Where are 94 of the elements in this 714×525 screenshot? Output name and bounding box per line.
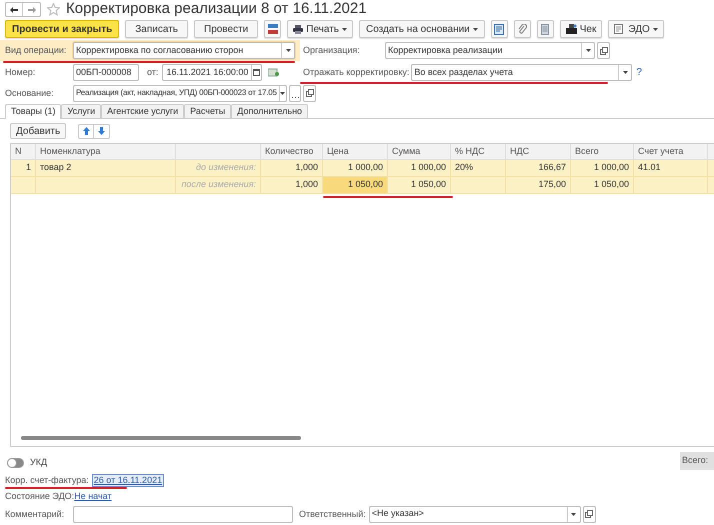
open-button[interactable] xyxy=(597,42,610,59)
tab[interactable]: Услуги xyxy=(61,104,102,118)
arrow-left-icon xyxy=(10,6,18,12)
list-icon xyxy=(541,24,550,34)
open-icon xyxy=(306,89,314,97)
caret-icon xyxy=(280,92,286,94)
table-cell[interactable]: 20% xyxy=(451,160,506,176)
field-label: от: xyxy=(147,67,158,78)
input-field[interactable]: Реализация (акт, накладная, УПД) 00БП-000023 от 17.05 xyxy=(73,84,287,102)
document-status-icon[interactable] xyxy=(268,68,280,77)
column-header: Количество xyxy=(265,144,314,158)
toolbar-icon-button[interactable] xyxy=(490,20,508,38)
open-button[interactable] xyxy=(303,84,316,102)
field-label: Комментарий: xyxy=(5,508,66,520)
menu-button[interactable]: Создать на основании xyxy=(359,20,485,38)
input-field[interactable]: 00БП-000008 xyxy=(73,64,139,81)
tab[interactable]: Агентские услуги xyxy=(101,104,184,118)
field-label: Корр. счет-фактура: xyxy=(5,474,89,486)
column-header: Всего xyxy=(575,144,599,158)
arrow-up-icon xyxy=(82,127,90,135)
envelope-icon xyxy=(614,24,626,34)
open-icon xyxy=(585,510,594,518)
table-cell[interactable]: 1 050,00 xyxy=(323,177,388,193)
input-field[interactable] xyxy=(73,506,293,522)
field-label: Номер: xyxy=(5,67,36,78)
input-field[interactable]: <Не указан> xyxy=(368,506,581,522)
dropdown-button[interactable] xyxy=(278,86,286,100)
field-label: Отражать корректировку: xyxy=(303,67,410,78)
register-icon xyxy=(566,24,577,34)
caret-icon xyxy=(286,49,290,52)
toolbar-icon-button[interactable] xyxy=(536,20,554,38)
caret-icon xyxy=(472,28,478,30)
table-cell[interactable]: 1 050,00 xyxy=(571,177,634,193)
caret-icon xyxy=(571,512,576,516)
table-cell[interactable]: 1,000 xyxy=(261,160,323,176)
receipt-button[interactable]: Чек xyxy=(560,20,602,38)
dropdown-button[interactable] xyxy=(581,43,594,58)
field-label: Организация: xyxy=(303,45,361,56)
input-field[interactable]: Во всех разделах учета xyxy=(411,64,632,81)
tab[interactable]: Дополнительно xyxy=(231,104,308,118)
window-title: Корректировка реализации 8 от 16.11.2021 xyxy=(66,0,367,20)
add-button[interactable]: Добавить xyxy=(10,123,66,139)
table-cell[interactable]: 1 000,00 xyxy=(388,160,451,176)
column-header: Счет учета xyxy=(638,144,684,158)
column-header: Номенклатура xyxy=(40,144,100,158)
field-label: Состояние ЭДО: xyxy=(5,491,74,502)
toolbar-button[interactable]: Провести xyxy=(194,20,258,38)
caret-icon xyxy=(586,49,590,52)
column-header: Сумма xyxy=(392,144,420,158)
table-cell[interactable]: 1 000,00 xyxy=(323,160,388,176)
post-and-close-button[interactable]: Провести и закрыть xyxy=(5,20,120,38)
column-header: % НДС xyxy=(455,144,485,158)
toolbar-icon-button[interactable] xyxy=(514,20,531,38)
input-field[interactable]: Корректировка по согласованию сторон xyxy=(73,42,295,59)
invoice-link[interactable]: 26 от 16.11.2021 xyxy=(92,474,164,486)
table-cell[interactable]: 1 000,00 xyxy=(571,160,634,176)
column-header: НДС xyxy=(510,144,530,158)
help-icon[interactable]: ? xyxy=(636,65,642,80)
printer-icon xyxy=(293,24,304,34)
column-header: Цена xyxy=(327,144,349,158)
tab[interactable]: Расчеты xyxy=(184,104,232,118)
caret-icon xyxy=(652,28,658,30)
caret-icon xyxy=(342,28,348,30)
edo-button[interactable]: ЭДО xyxy=(608,20,664,38)
field-label: Ответственный: xyxy=(299,508,366,520)
document-icon xyxy=(494,24,504,34)
scrollbar[interactable] xyxy=(21,436,301,440)
table-cell[interactable]: 175,00 xyxy=(506,177,571,193)
open-button[interactable] xyxy=(582,506,596,522)
ledger-icon xyxy=(268,24,278,34)
edo-status-link[interactable]: Не начат xyxy=(74,491,112,502)
print-button[interactable]: Печать xyxy=(287,20,354,38)
dropdown-button[interactable] xyxy=(281,43,294,58)
input-field[interactable]: Корректировка реализации xyxy=(385,42,595,59)
toolbar-button[interactable]: Записать xyxy=(125,20,188,38)
toolbar-icon-button[interactable] xyxy=(264,20,282,38)
field-label: Основание: xyxy=(5,88,55,98)
open-icon xyxy=(600,46,608,54)
star-icon[interactable] xyxy=(47,3,60,16)
ukd-toggle[interactable] xyxy=(7,458,24,468)
arrow-down-icon xyxy=(98,127,106,135)
tab[interactable]: Товары (1) xyxy=(5,104,62,119)
field-label: Вид операции: xyxy=(5,45,68,56)
table-cell[interactable]: 41.01 xyxy=(634,160,708,176)
total-panel: Всего: xyxy=(680,452,714,470)
ukd-label: УКД xyxy=(30,456,48,469)
paperclip-icon xyxy=(518,24,527,34)
table-cell[interactable]: 166,67 xyxy=(506,160,571,176)
arrow-right-icon xyxy=(28,6,36,12)
table-cell[interactable]: товар 2 xyxy=(36,160,176,176)
table-cell[interactable]: 1 050,00 xyxy=(388,177,451,193)
column-header: N xyxy=(15,144,22,158)
table-cell[interactable]: 1 xyxy=(11,160,36,176)
caret-icon xyxy=(622,71,628,74)
